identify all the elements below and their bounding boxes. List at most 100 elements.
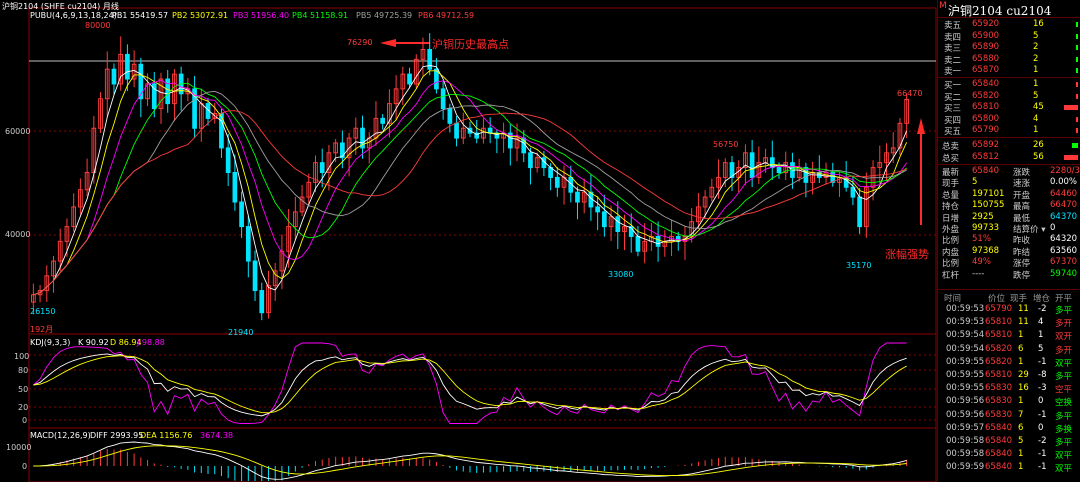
kdj-j-value: J 98.88 xyxy=(137,338,165,347)
trade-row[interactable]: 00:59:56 65830 1 0 空换 xyxy=(938,396,1080,408)
trade-row[interactable]: 00:59:54 65820 6 5 多开 xyxy=(938,344,1080,356)
candle-body[interactable] xyxy=(440,88,446,110)
stat-value-2: 0 xyxy=(1050,223,1056,233)
stat-row[interactable]: 比例 51% 昨收 64320 xyxy=(938,234,1080,246)
kdj-axis-100: 100 xyxy=(14,352,30,361)
candle-body[interactable] xyxy=(232,172,238,203)
ask-row[interactable]: 卖三 65890 2 xyxy=(938,42,1080,54)
candle-body[interactable] xyxy=(380,117,386,124)
ask-row[interactable]: 卖一 65870 1 xyxy=(938,65,1080,77)
candle-body[interactable] xyxy=(615,216,621,233)
total-row[interactable]: 总卖 65892 26 xyxy=(938,140,1080,152)
stat-row[interactable]: 外盘 99733 结算价 ▾ 0 xyxy=(938,223,1080,235)
trade-type: 空换 xyxy=(1055,398,1073,409)
volume-bar xyxy=(1072,143,1078,148)
ask-price: 65900 xyxy=(972,30,1000,41)
candle-body[interactable] xyxy=(857,196,862,228)
trade-oi: -1 xyxy=(1038,449,1047,460)
bid-row[interactable]: 买四 65800 4 xyxy=(938,114,1080,126)
pubu-indicator-label: PUBU(4,6,9,13,18,24) xyxy=(30,11,117,20)
ask-row[interactable]: 卖四 65900 5 xyxy=(938,31,1080,43)
trade-row[interactable]: 00:59:59 65840 1 -1 双平 xyxy=(938,462,1080,474)
candle-body[interactable] xyxy=(554,176,560,188)
ask-row[interactable]: 卖五 65920 16 xyxy=(938,19,1080,31)
stat-value-2: 64320 xyxy=(1050,234,1078,245)
total-row[interactable]: 总买 65812 56 xyxy=(938,152,1080,164)
trade-time: 00:59:53 xyxy=(946,317,985,328)
stat-row[interactable]: 现手 5 速涨 0.00% xyxy=(938,177,1080,189)
bid-price: 65800 xyxy=(972,113,1000,124)
trade-volume: 29 xyxy=(1018,370,1029,380)
ask-price: 65920 xyxy=(972,19,1000,29)
stat-row[interactable]: 内盘 97368 昨结 63560 xyxy=(938,246,1080,258)
stat-label: 现手 xyxy=(942,179,960,190)
candle-body[interactable] xyxy=(602,211,607,228)
bid-row[interactable]: 买二 65820 5 xyxy=(938,91,1080,103)
volume-bar xyxy=(1064,155,1078,160)
macd-bars-group xyxy=(39,448,908,481)
trade-row[interactable]: 00:59:53 65790 11 -2 多平 xyxy=(938,304,1080,316)
candle-body[interactable] xyxy=(259,290,265,314)
trade-row[interactable]: 00:59:56 65830 7 -1 多平 xyxy=(938,410,1080,422)
trade-row[interactable]: 00:59:58 65840 1 -1 双平 xyxy=(938,449,1080,461)
bid-price: 65810 xyxy=(972,102,1000,113)
trade-type: 双平 xyxy=(1055,464,1073,475)
candle-body[interactable] xyxy=(575,191,580,203)
bid-row[interactable]: 买五 65790 1 xyxy=(938,125,1080,137)
stat-row[interactable]: 杠杆 ---- 跌停 59740 xyxy=(938,269,1080,281)
stat-value-2: 63560 xyxy=(1050,245,1078,256)
candle-body[interactable] xyxy=(528,152,533,169)
stat-row[interactable]: 比例 49% 涨停 67370 xyxy=(938,257,1080,269)
period-label[interactable]: 月线 xyxy=(103,2,119,11)
candle-body[interactable] xyxy=(655,235,661,247)
candle-body[interactable] xyxy=(111,68,117,85)
ask-price: 65870 xyxy=(972,65,1000,76)
trade-row[interactable]: 00:59:54 65810 1 1 双开 xyxy=(938,330,1080,342)
price-chart-canvas[interactable] xyxy=(0,0,937,482)
bid-row[interactable]: 买一 65840 1 xyxy=(938,79,1080,91)
ask-row[interactable]: 卖二 65880 2 xyxy=(938,54,1080,66)
trade-oi: 5 xyxy=(1038,343,1044,354)
candle-body[interactable] xyxy=(407,73,412,85)
stat-label-2: 结算价 ▾ xyxy=(1013,225,1046,235)
trade-type: 双平 xyxy=(1055,451,1073,462)
trade-row[interactable]: 00:59:55 65820 1 -1 双平 xyxy=(938,357,1080,369)
candle-body[interactable] xyxy=(225,147,231,174)
candle-body[interactable] xyxy=(635,235,641,252)
trade-row[interactable]: 00:59:55 65810 29 -8 多平 xyxy=(938,370,1080,382)
trade-type: 多换 xyxy=(1055,424,1073,435)
pubu-line-3 xyxy=(33,79,908,296)
candle-body[interactable] xyxy=(239,201,244,228)
volume-bar xyxy=(1064,105,1078,111)
candle-body[interactable] xyxy=(252,260,258,292)
record-high-label: 76290 xyxy=(347,38,373,47)
quote-panel-collapse-icon[interactable]: M xyxy=(939,1,947,11)
candle-body[interactable] xyxy=(125,53,130,80)
trade-row[interactable]: 00:59:58 65840 5 -2 多平 xyxy=(938,436,1080,448)
ask-volume: 5 xyxy=(1033,30,1039,41)
trade-row[interactable]: 00:59:53 65810 11 4 多开 xyxy=(938,317,1080,329)
trade-price: 65810 xyxy=(985,370,1013,380)
bid-row[interactable]: 买三 65810 45 xyxy=(938,102,1080,114)
candle-body[interactable] xyxy=(447,108,453,124)
trade-row[interactable]: 00:59:57 65840 6 0 多换 xyxy=(938,423,1080,435)
candle-body[interactable] xyxy=(454,122,459,139)
stat-row[interactable]: 持仓 150755 最高 66470 xyxy=(938,200,1080,212)
trade-header-row[interactable]: 时间 价位 现手 增仓 开平 xyxy=(938,292,1080,304)
candle-body[interactable] xyxy=(776,167,782,173)
stat-label: 持仓 xyxy=(942,202,960,213)
candle-body[interactable] xyxy=(749,152,755,178)
stat-row[interactable]: 最新 65840 涨跌 2280/3.59% xyxy=(938,166,1080,178)
trade-row[interactable]: 00:59:55 65830 16 -3 空平 xyxy=(938,383,1080,395)
candle-body[interactable] xyxy=(245,226,251,262)
stat-label-2: 最低 xyxy=(1013,213,1031,224)
stat-label: 比例 xyxy=(942,259,960,270)
stat-row[interactable]: 日增 2925 最低 64370 xyxy=(938,212,1080,224)
stat-row[interactable]: 总量 197101 开盘 64460 xyxy=(938,189,1080,201)
candle-body[interactable] xyxy=(595,206,600,213)
candle-body[interactable] xyxy=(319,162,325,173)
bid-price: 65790 xyxy=(972,125,1000,136)
stat-value: 65840 xyxy=(972,166,1000,176)
volume-bar xyxy=(1076,56,1078,62)
candle-body[interactable] xyxy=(427,49,433,70)
